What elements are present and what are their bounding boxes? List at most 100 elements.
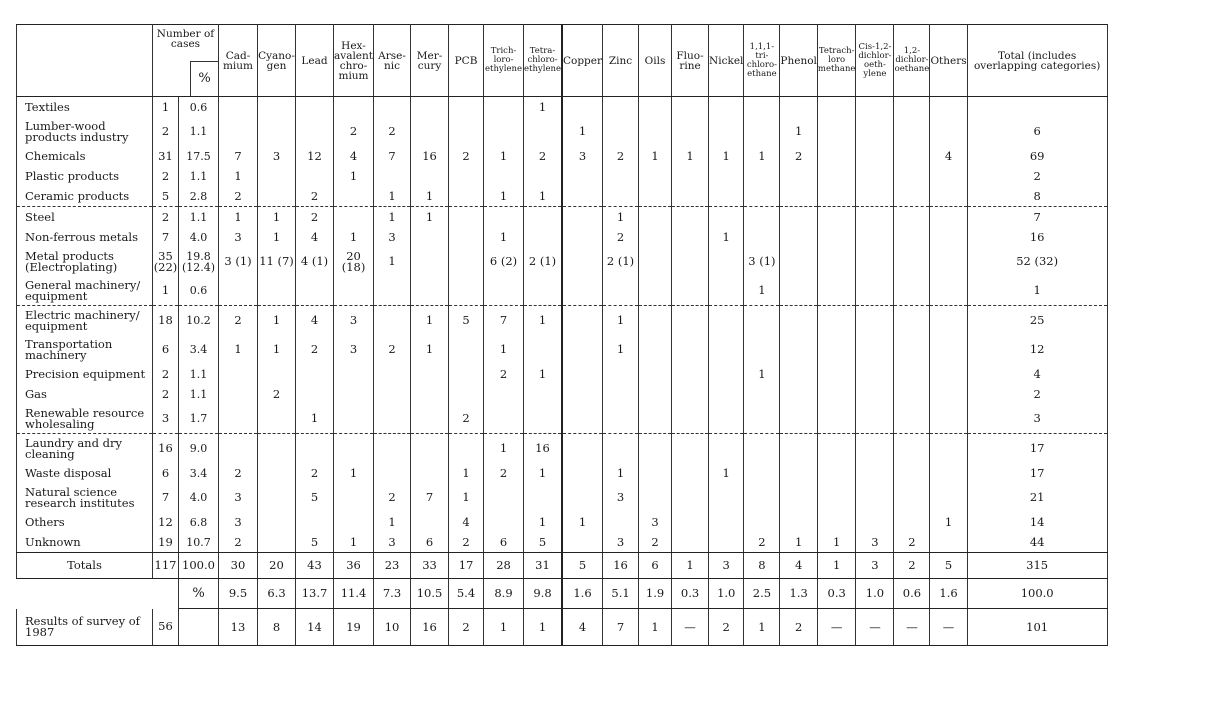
cell-value — [332, 186, 375, 207]
cell-value: 23 — [373, 552, 412, 579]
cell-value: 2 — [448, 608, 485, 646]
cell-value — [671, 227, 710, 247]
cell-value — [779, 247, 818, 276]
industry-label: Lumber-wood products industry — [16, 117, 153, 146]
cell-value: 2 — [218, 463, 258, 483]
cell-value: 1 — [523, 186, 563, 207]
cell-value: 1 — [560, 512, 604, 532]
industry-label: Gas — [16, 384, 153, 404]
table-row: Lumber-wood products industry 2 1.1 2 2 1 1 6 — [16, 117, 1108, 146]
cell-value — [373, 384, 412, 404]
cell-value — [779, 186, 818, 207]
cell-value: 1 — [743, 146, 781, 166]
cell-value: 0.6 — [893, 578, 931, 609]
column-header: Fluo-rine — [671, 24, 710, 97]
cell-value: 4 — [929, 146, 968, 166]
cell-value — [560, 433, 604, 463]
table-row: Unknown 19 10.7 2 5 1 3 6 2 6 5 3 2 2 1 1 3 2 44 — [16, 532, 1108, 553]
cell-value — [929, 384, 968, 404]
cell-value: 25 — [966, 305, 1108, 335]
cell-value: 1 — [483, 335, 525, 364]
cell-value — [743, 227, 781, 247]
cell-value: 1 — [218, 166, 258, 186]
row-label-header — [16, 24, 153, 97]
cell-value: 1 — [373, 206, 412, 227]
column-header: Copper — [560, 24, 604, 97]
cell-value — [929, 227, 968, 247]
cases-percent: 3.4 — [178, 463, 219, 483]
cell-value — [893, 433, 931, 463]
cell-value: 1 — [373, 512, 412, 532]
cases-count: 18 — [152, 305, 179, 335]
column-header: PCB — [448, 24, 485, 97]
cell-value: 1 — [966, 276, 1108, 306]
industry-label: Steel — [16, 206, 153, 227]
cell-value: 20 — [257, 552, 296, 579]
cell-value: 1 — [671, 552, 710, 579]
cell-value — [523, 276, 563, 306]
cell-value: 3 — [332, 335, 375, 364]
cell-value — [295, 512, 334, 532]
cell-value — [560, 384, 604, 404]
cell-value: 9.8 — [523, 578, 563, 609]
totals-cases: 117 — [152, 552, 179, 579]
cell-value: 16 — [966, 227, 1108, 247]
cell-value: 3 — [332, 305, 375, 335]
cell-value: 2 — [332, 117, 375, 146]
cell-value: 2 — [638, 532, 673, 553]
cell-value — [638, 335, 673, 364]
cell-value — [708, 433, 745, 463]
cell-value: 8.9 — [483, 578, 525, 609]
cell-value — [410, 463, 450, 483]
cell-value — [560, 335, 604, 364]
cell-value: 1 — [332, 532, 375, 553]
cell-value: 16 — [602, 552, 640, 579]
cell-value — [929, 305, 968, 335]
cell-value — [779, 364, 818, 384]
cell-value — [638, 206, 673, 227]
cell-value: 1 — [602, 335, 640, 364]
table-row: Steel 2 1.1 1 1 2 1 1 1 7 — [16, 206, 1108, 227]
cell-value: — — [816, 608, 857, 646]
cell-value: 100.0 — [966, 578, 1108, 609]
cell-value — [779, 483, 818, 512]
cell-value — [816, 276, 857, 306]
cell-value: 2 — [448, 532, 485, 553]
cell-value: 3 — [855, 552, 895, 579]
cell-value — [560, 247, 604, 276]
cell-value: 3 — [708, 552, 745, 579]
column-header: Others — [929, 24, 968, 97]
cell-value: 1 — [332, 166, 375, 186]
cell-value: 5 — [523, 532, 563, 553]
cell-value — [671, 404, 710, 434]
table-row: Electric machinery/ equipment 18 10.2 2 1 4 3 1… — [16, 305, 1108, 335]
cell-value — [410, 364, 450, 384]
cell-value — [332, 206, 375, 227]
cell-value — [816, 186, 857, 207]
cell-value: 2 — [602, 146, 640, 166]
cell-value — [638, 276, 673, 306]
cell-value: 101 — [966, 608, 1108, 646]
cell-value — [855, 96, 895, 117]
cases-percent-label: % — [190, 61, 218, 96]
cases-percent: 4.0 — [178, 227, 219, 247]
cell-value — [929, 247, 968, 276]
cell-value — [410, 404, 450, 434]
cell-value — [816, 305, 857, 335]
table-row: Others 12 6.8 3 1 4 1 1 3 1 14 — [16, 512, 1108, 532]
cell-value — [671, 186, 710, 207]
cell-value: 1.9 — [638, 578, 673, 609]
cell-value: 1 — [218, 206, 258, 227]
number-of-cases-label: Number of cases — [156, 28, 215, 50]
cell-value: 2.5 — [743, 578, 781, 609]
cell-value — [743, 206, 781, 227]
table-row: Natural science research institutes 7 4.0 3… — [16, 483, 1108, 512]
cases-percent: 0.6 — [178, 276, 219, 306]
cell-value: 30 — [218, 552, 258, 579]
cell-value: 13.7 — [295, 578, 334, 609]
cell-value — [560, 364, 604, 384]
cell-value — [708, 384, 745, 404]
cell-value: 1 — [448, 463, 485, 483]
cell-value — [638, 305, 673, 335]
cell-value: 3 — [373, 227, 412, 247]
